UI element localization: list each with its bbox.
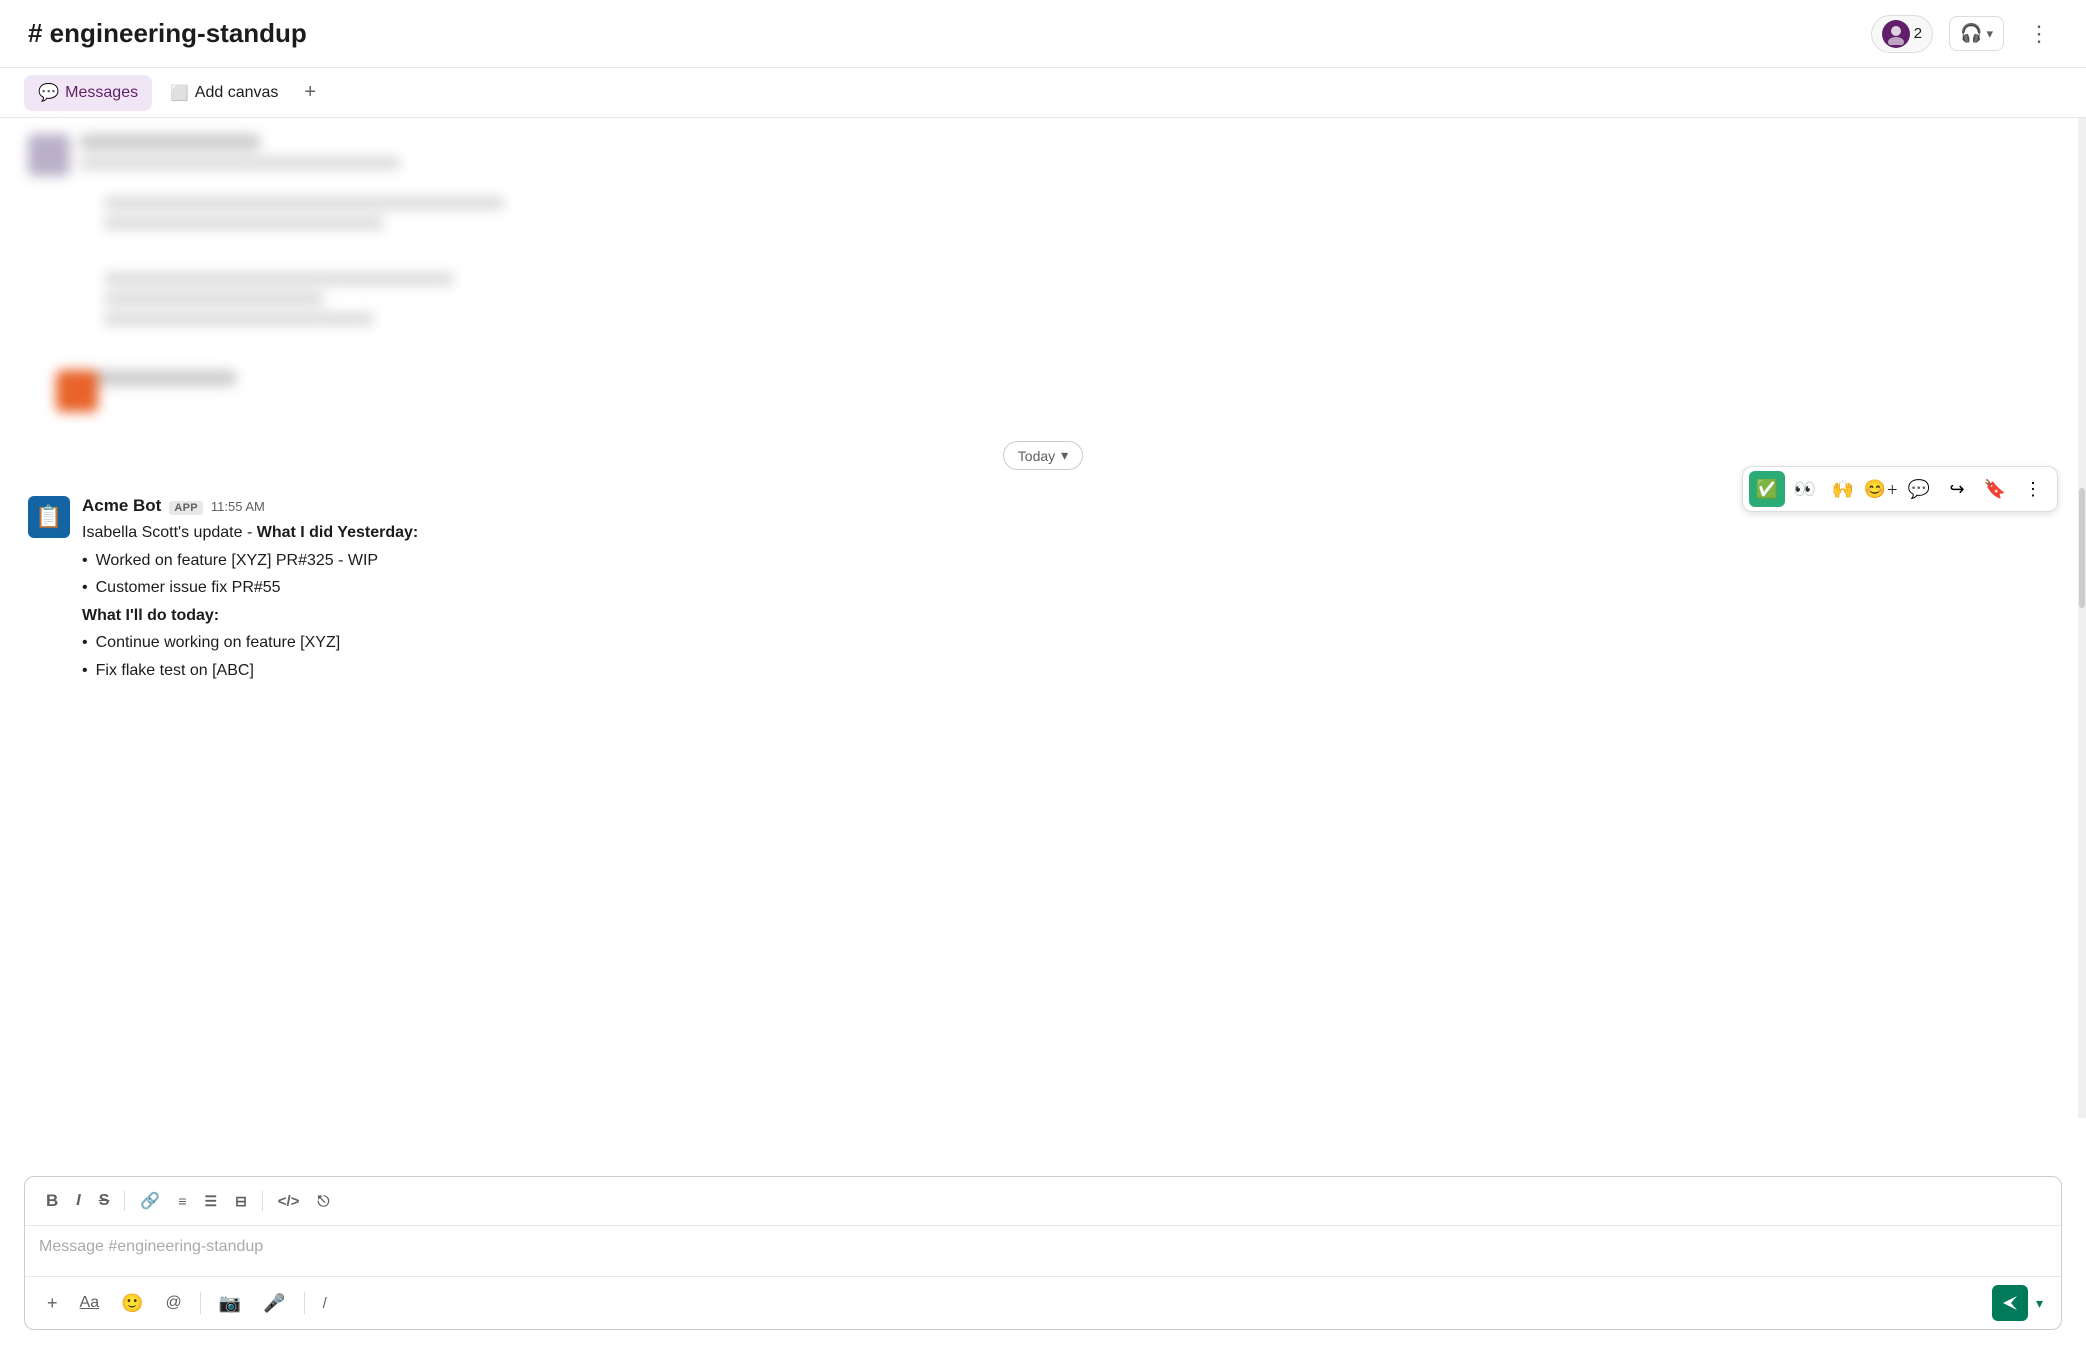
section2-title: What I'll do today: — [82, 603, 2058, 629]
tab-messages-label: Messages — [65, 84, 138, 102]
channel-header: # engineering-standup 2 🎧 ▾ ⋮ — [0, 0, 2086, 68]
bookmark-button[interactable]: 🔖 — [1977, 471, 2013, 507]
plus-icon: ＋ — [1886, 481, 1898, 498]
composer-footer-left: + Aa 🙂 @ 📷 🎤 / — [39, 1288, 335, 1319]
tab-add-canvas[interactable]: ⬜ Add canvas — [156, 76, 292, 110]
forward-button[interactable]: ↪ — [1939, 471, 1975, 507]
font-button[interactable]: Aa — [72, 1289, 108, 1317]
strikethrough-button[interactable]: S — [92, 1188, 117, 1214]
composer-footer: + Aa 🙂 @ 📷 🎤 / ▾ — [25, 1276, 2061, 1329]
footer-divider-2 — [304, 1292, 305, 1314]
composer-footer-right: ▾ — [1992, 1285, 2047, 1321]
send-icon — [2001, 1294, 2019, 1312]
blurred-messages — [0, 118, 2086, 425]
bullet-1: • Worked on feature [XYZ] PR#325 - WIP — [82, 548, 2058, 574]
channel-name-text: # engineering-standup — [28, 18, 307, 49]
bullet-4: • Fix flake test on [ABC] — [82, 658, 2058, 684]
input-placeholder: Message #engineering-standup — [39, 1238, 263, 1255]
today-pill[interactable]: Today ▾ — [1003, 441, 1083, 470]
bullet-3: • Continue working on feature [XYZ] — [82, 630, 2058, 656]
composer-box: B I S 🔗 ≡ ☰ ⊟ </> ⎋ Message #engineering… — [24, 1176, 2062, 1330]
acme-bot-message: ✅ 👀 🙌 😊 ＋ 💬 ↪ 🔖 ⋮ 📋 Acme Bot APP 11:55 A… — [0, 486, 2086, 696]
toolbar-divider-1 — [124, 1191, 125, 1211]
action-toolbar: ✅ 👀 🙌 😊 ＋ 💬 ↪ 🔖 ⋮ — [1742, 466, 2058, 512]
slash-command-button[interactable]: / — [315, 1290, 335, 1317]
italic-button[interactable]: I — [69, 1188, 87, 1214]
indent-button[interactable]: ⊟ — [228, 1189, 254, 1214]
footer-divider-1 — [200, 1292, 201, 1314]
toolbar-divider-2 — [262, 1191, 263, 1211]
add-tab-button[interactable]: + — [296, 77, 324, 108]
composer-toolbar: B I S 🔗 ≡ ☰ ⊟ </> ⎋ — [25, 1177, 2061, 1226]
tab-messages[interactable]: 💬 Messages — [24, 75, 152, 111]
ordered-list-button[interactable]: ≡ — [171, 1189, 193, 1213]
bold-button[interactable]: B — [39, 1187, 65, 1215]
message-input[interactable]: Message #engineering-standup — [25, 1226, 2061, 1276]
chevron-down-icon: ▾ — [1986, 26, 1993, 42]
composer-area: B I S 🔗 ≡ ☰ ⊟ </> ⎋ Message #engineering… — [0, 1164, 2086, 1350]
header-right: 2 🎧 ▾ ⋮ — [1871, 15, 2058, 53]
more-options-button[interactable]: ⋮ — [2020, 17, 2058, 51]
microphone-button[interactable]: 🎤 — [255, 1288, 293, 1319]
message-body: Isabella Scott's update - What I did Yes… — [82, 520, 2058, 684]
unordered-list-button[interactable]: ☰ — [198, 1189, 225, 1214]
add-attachment-button[interactable]: + — [39, 1288, 66, 1319]
mention-button[interactable]: @ — [158, 1289, 190, 1317]
tab-add-canvas-label: Add canvas — [195, 84, 279, 102]
eyes-reaction-button[interactable]: 👀 — [1787, 471, 1823, 507]
today-label: Today — [1018, 448, 1055, 464]
headphones-button[interactable]: 🎧 ▾ — [1949, 16, 2004, 51]
send-options-button[interactable]: ▾ — [2032, 1291, 2047, 1316]
today-chevron: ▾ — [1061, 447, 1068, 464]
headphones-icon: 🎧 — [1960, 23, 1982, 44]
message-intro: Isabella Scott's update - What I did Yes… — [82, 520, 2058, 546]
add-emoji-icon: 😊 — [1864, 479, 1886, 500]
add-reaction-button[interactable]: 😊 ＋ — [1863, 471, 1899, 507]
clap-reaction-button[interactable]: 🙌 — [1825, 471, 1861, 507]
bot-avatar: 📋 — [28, 496, 70, 538]
link-button[interactable]: 🔗 — [133, 1187, 167, 1215]
scrollbar-track[interactable] — [2078, 118, 2086, 1118]
code-button[interactable]: </> — [271, 1189, 307, 1214]
app-badge: APP — [169, 501, 203, 515]
comment-button[interactable]: 💬 — [1901, 471, 1937, 507]
check-reaction-button[interactable]: ✅ — [1749, 471, 1785, 507]
scrollbar-thumb[interactable] — [2079, 488, 2085, 608]
video-button[interactable]: 📷 — [211, 1288, 249, 1319]
canvas-icon: ⬜ — [170, 84, 189, 102]
tabs-bar: 💬 Messages ⬜ Add canvas + — [0, 68, 2086, 118]
members-button[interactable]: 2 — [1871, 15, 1933, 53]
message-timestamp: 11:55 AM — [211, 499, 265, 514]
avatar-1 — [1882, 20, 1910, 48]
send-button[interactable] — [1992, 1285, 2028, 1321]
messages-area[interactable]: Today ▾ ✅ 👀 🙌 😊 ＋ 💬 ↪ 🔖 ⋮ 📋 Acme Bot APP… — [0, 118, 2086, 898]
member-count: 2 — [1914, 25, 1922, 42]
message-content: Acme Bot APP 11:55 AM Isabella Scott's u… — [82, 496, 2058, 686]
sketch-button[interactable]: ⎋ — [310, 1189, 336, 1214]
bullet-2: • Customer issue fix PR#55 — [82, 575, 2058, 601]
messages-icon: 💬 — [38, 83, 59, 103]
avatar-group — [1882, 20, 1910, 48]
channel-title: # engineering-standup — [28, 18, 307, 49]
emoji-button[interactable]: 🙂 — [113, 1288, 151, 1319]
message-more-button[interactable]: ⋮ — [2015, 471, 2051, 507]
sender-name: Acme Bot — [82, 496, 161, 516]
